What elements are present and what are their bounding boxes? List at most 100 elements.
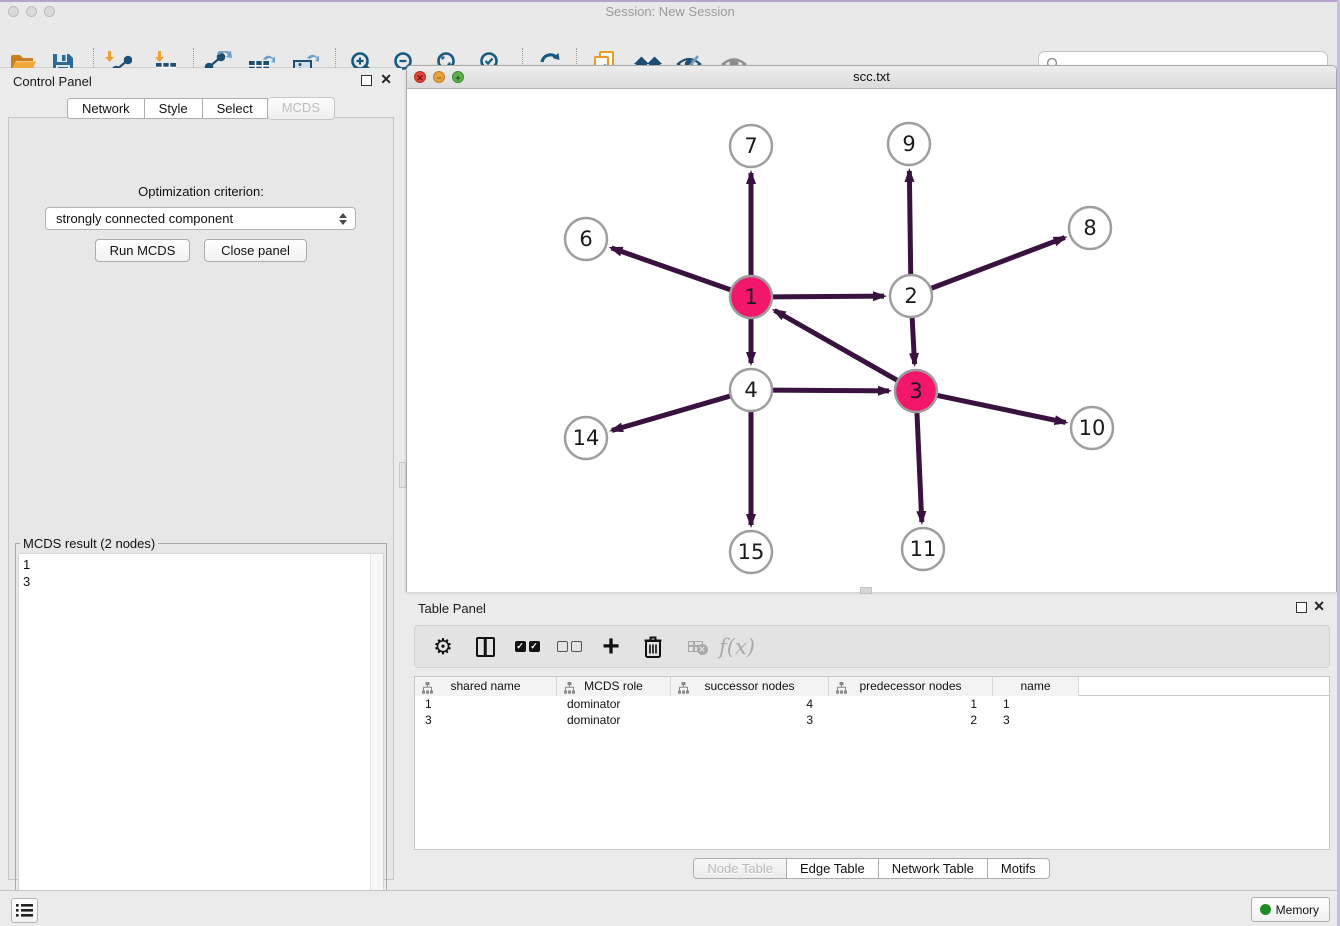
svg-text:15: 15 (738, 540, 765, 564)
column-hierarchy-icon (836, 681, 847, 699)
table-row[interactable]: 3dominator323 (415, 712, 1329, 728)
table-row[interactable]: 1dominator411 (415, 696, 1329, 712)
gear-icon: ⚙ (433, 633, 453, 661)
columns-icon (476, 637, 495, 657)
table-body: 1dominator4113dominator323 (415, 696, 1329, 728)
table-float-button[interactable] (1296, 602, 1307, 613)
table-cell[interactable]: 1 (829, 696, 993, 712)
column-header-shared-name[interactable]: shared name (415, 677, 557, 696)
column-hierarchy-icon (564, 681, 575, 699)
graph-edge-3-11[interactable] (917, 411, 922, 522)
deselect-all-button[interactable] (555, 633, 583, 661)
panel-splitter-handle[interactable] (399, 462, 406, 488)
graph-node-4[interactable]: 4 (730, 369, 772, 411)
main-toolbar (0, 20, 1340, 68)
table-cell[interactable]: 1 (993, 696, 1079, 712)
graph-node-2[interactable]: 2 (890, 275, 932, 317)
svg-text:4: 4 (744, 378, 757, 402)
table-header-row: shared nameMCDS rolesuccessor nodes prede… (415, 677, 1329, 696)
graph-node-15[interactable]: 15 (730, 531, 772, 573)
column-header-label: name (1020, 679, 1050, 693)
table-cell[interactable]: 2 (829, 712, 993, 728)
column-header-mcds-role[interactable]: MCDS role (557, 677, 671, 696)
table-cell[interactable]: 4 (671, 696, 829, 712)
svg-text:7: 7 (744, 134, 757, 158)
graph-edge-3-1[interactable] (774, 310, 898, 381)
memory-status-icon (1260, 904, 1271, 915)
graph-node-11[interactable]: 11 (902, 528, 944, 570)
graph-node-1[interactable]: 1 (730, 276, 772, 318)
mcds-result-group: MCDS result (2 nodes) 13 (15, 543, 387, 915)
graph-node-14[interactable]: 14 (565, 417, 607, 459)
task-history-button[interactable] (11, 898, 38, 923)
tab-select[interactable]: Select (203, 98, 268, 119)
add-column-button[interactable]: + (597, 633, 625, 661)
column-header-label: predecessor nodes (859, 679, 961, 693)
delete-table-button[interactable]: ✕ (681, 633, 709, 661)
control-panel: Control Panel ✕ NetworkStyleSelectMCDS O… (0, 68, 402, 888)
tab-network[interactable]: Network (67, 98, 145, 119)
window-splitter-handle[interactable] (860, 587, 872, 594)
table-cell[interactable]: 3 (993, 712, 1079, 728)
memory-button[interactable]: Memory (1251, 897, 1330, 922)
table-cell[interactable]: 3 (671, 712, 829, 728)
graph-node-9[interactable]: 9 (888, 123, 930, 165)
graph-edge-4-14[interactable] (612, 396, 732, 431)
graph-edge-1-2[interactable] (771, 296, 884, 297)
delete-column-button[interactable] (639, 633, 667, 661)
optimization-criterion-label: Optimization criterion: (9, 184, 393, 199)
table-cell[interactable]: dominator (557, 712, 671, 728)
graph-node-6[interactable]: 6 (565, 218, 607, 260)
graph-node-7[interactable]: 7 (730, 125, 772, 167)
mcds-tab-content: Optimization criterion: strongly connect… (8, 117, 394, 880)
graph-edge-2-8[interactable] (930, 238, 1065, 289)
network-window-titlebar[interactable]: ✕ − + scc.txt (407, 66, 1336, 89)
graph-node-10[interactable]: 10 (1071, 407, 1113, 449)
mcds-result-list[interactable]: 13 (18, 553, 384, 911)
graph-edge-2-3[interactable] (912, 316, 915, 364)
run-mcds-button[interactable]: Run MCDS (95, 239, 190, 262)
table-cell[interactable]: 1 (415, 696, 557, 712)
criterion-dropdown-value: strongly connected component (56, 211, 233, 226)
table-cell[interactable]: 3 (415, 712, 557, 728)
window-title: Session: New Session (0, 4, 1340, 19)
fx-icon: f(x) (719, 635, 755, 659)
result-item[interactable]: 3 (23, 573, 383, 590)
plus-icon: + (602, 634, 620, 660)
toggle-columns-button[interactable] (471, 633, 499, 661)
graph-edge-3-10[interactable] (936, 395, 1066, 422)
close-panel-button[interactable]: ✕ (380, 72, 392, 86)
table-settings-button[interactable]: ⚙ (429, 633, 457, 661)
tab-edge-table[interactable]: Edge Table (787, 858, 879, 879)
close-panel-button-inner[interactable]: Close panel (204, 239, 307, 262)
list-icon (16, 903, 33, 918)
control-panel-header: Control Panel ✕ (0, 68, 402, 94)
graph-node-3[interactable]: 3 (895, 370, 937, 412)
network-view-window: ✕ − + scc.txt 7 9 6 8 1 2 4 3 14 10 15 11 (406, 65, 1337, 592)
graph-edge-2-9[interactable] (909, 171, 910, 276)
svg-text:11: 11 (910, 537, 937, 561)
desktop-edge-top (0, 0, 1340, 2)
table-close-button[interactable]: ✕ (1313, 599, 1325, 613)
graph-node-8[interactable]: 8 (1069, 207, 1111, 249)
table-panel-tabs: Node TableEdge TableNetwork TableMotifs (406, 858, 1337, 879)
column-header-successor-nodes[interactable]: successor nodes (671, 677, 829, 696)
column-header-predecessor-nodes[interactable]: predecessor nodes (829, 677, 993, 696)
tab-style[interactable]: Style (145, 98, 203, 119)
graph-edge-4-3[interactable] (771, 390, 889, 391)
tab-node-table[interactable]: Node Table (693, 858, 787, 879)
tab-network-table[interactable]: Network Table (879, 858, 988, 879)
float-panel-button[interactable] (361, 75, 372, 86)
svg-text:10: 10 (1079, 416, 1106, 440)
criterion-dropdown[interactable]: strongly connected component (45, 207, 356, 230)
network-canvas[interactable]: 7 9 6 8 1 2 4 3 14 10 15 11 (407, 89, 1336, 592)
function-builder-button[interactable]: f(x) (723, 633, 751, 661)
result-item[interactable]: 1 (23, 556, 383, 573)
result-scrollbar[interactable] (370, 554, 383, 910)
tab-mcds[interactable]: MCDS (268, 97, 335, 120)
control-panel-title: Control Panel (13, 74, 92, 89)
tab-motifs[interactable]: Motifs (988, 858, 1050, 879)
column-header-name[interactable]: name (993, 677, 1079, 696)
select-all-button[interactable]: ✓✓ (513, 633, 541, 661)
graph-edge-1-6[interactable] (611, 248, 732, 290)
